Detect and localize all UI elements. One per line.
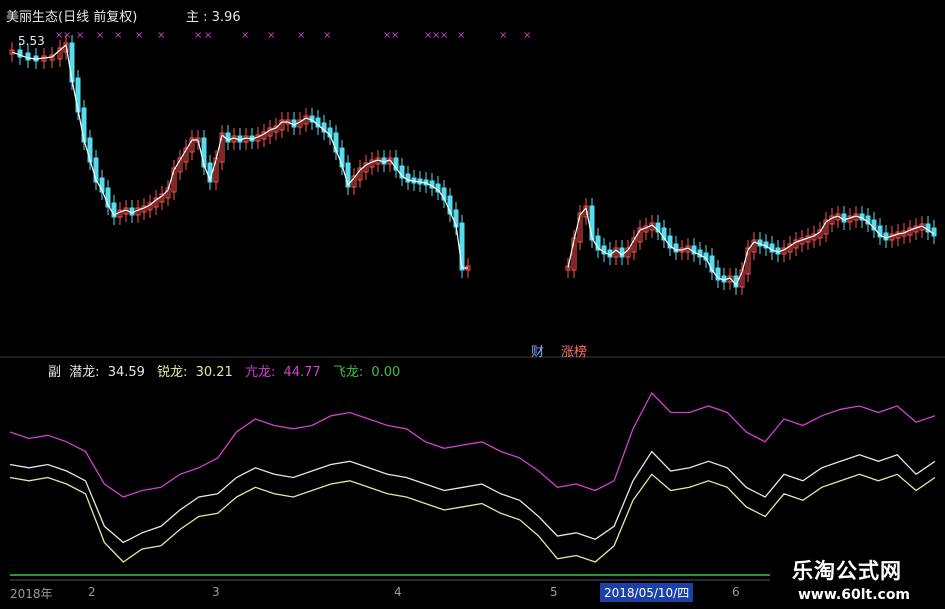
candle-body: [589, 205, 595, 241]
signal-marker: ×: [63, 30, 71, 41]
qianlong-label: 潜龙: 34.59: [69, 365, 145, 380]
signal-marker: ×: [135, 30, 143, 41]
candle-body: [459, 222, 465, 271]
chart-header: 美丽生态(日线 前复权) 主 : 3.96: [0, 6, 540, 25]
signal-marker: ×: [194, 30, 202, 41]
date-tick: 5: [550, 585, 558, 599]
signal-marker: ×: [391, 30, 399, 41]
stock-chart-window: × × × × × × × × × × × × × × × × × × × × × 美丽生态(日线 前复权) 主 : 3…: [0, 0, 945, 609]
signal-marker: ×: [204, 30, 212, 41]
chart-canvas[interactable]: × × × × × × × × × × × × × × × × × × × × ×: [0, 0, 945, 609]
signal-marker: ×: [241, 30, 249, 41]
main-indicator-label: 主 : 3.96: [186, 10, 241, 25]
price-line: [567, 206, 935, 287]
sub-panel-label: 副: [48, 365, 62, 380]
signal-marker: ×: [157, 30, 165, 41]
candle-body: [841, 213, 847, 223]
date-tick: 6: [732, 585, 740, 599]
candle-body: [69, 42, 75, 83]
signal-marker: ×: [76, 30, 84, 41]
kanglong-label: 亢龙: 44.77: [244, 365, 321, 380]
signal-marker: ×: [323, 30, 331, 41]
signal-marker: ×: [96, 30, 104, 41]
sub-indicator-legend: 副 潜龙: 34.59 锐龙: 30.21 亢龙: 44.77 飞龙: 0.00: [48, 361, 408, 380]
candle-body: [931, 227, 937, 237]
signal-markers: × × × × × × × × × × × × × × × × × × × × ×: [55, 30, 531, 41]
signal-marker: ×: [457, 30, 465, 41]
candle-body: [81, 107, 87, 143]
limit-up-list-tag[interactable]: 涨榜: [561, 341, 587, 360]
signal-marker: ×: [267, 30, 275, 41]
indicator-series-0: [9, 391, 936, 498]
signal-marker: ×: [499, 30, 507, 41]
date-tick: 2018年: [10, 587, 53, 601]
stock-title[interactable]: 美丽生态(日线 前复权): [6, 6, 137, 25]
candle-body: [673, 243, 679, 253]
ruilong-label: 锐龙: 30.21: [157, 365, 233, 380]
selected-date: 2018/05/10/四: [600, 583, 694, 602]
candle-body: [225, 132, 231, 143]
signal-marker: ×: [114, 30, 122, 41]
date-tick: 4: [394, 585, 402, 599]
signal-marker: ×: [523, 30, 531, 41]
finance-event-tag[interactable]: 财: [531, 341, 544, 360]
candle-body: [291, 119, 297, 128]
watermark-brand: 乐淘公式网: [792, 559, 902, 583]
feilong-label: 飞龙: 0.00: [332, 365, 401, 380]
signal-marker: ×: [440, 30, 448, 41]
price-high-label: 5.53: [18, 34, 45, 48]
candlestick-series: [9, 35, 937, 295]
candle-body: [129, 207, 135, 216]
candle-body: [883, 232, 889, 241]
date-tick: 3: [212, 585, 220, 599]
candle-body: [75, 77, 81, 113]
indicator-series-1: [9, 450, 936, 544]
watermark: 乐淘公式网 www.60lt.com: [770, 551, 945, 609]
signal-marker: ×: [297, 30, 305, 41]
indicator-lines: [9, 391, 936, 576]
watermark-url: www.60lt.com: [798, 587, 911, 603]
date-tick: 2: [88, 585, 96, 599]
indicator-series-2: [9, 473, 936, 563]
candle-body: [25, 52, 31, 61]
